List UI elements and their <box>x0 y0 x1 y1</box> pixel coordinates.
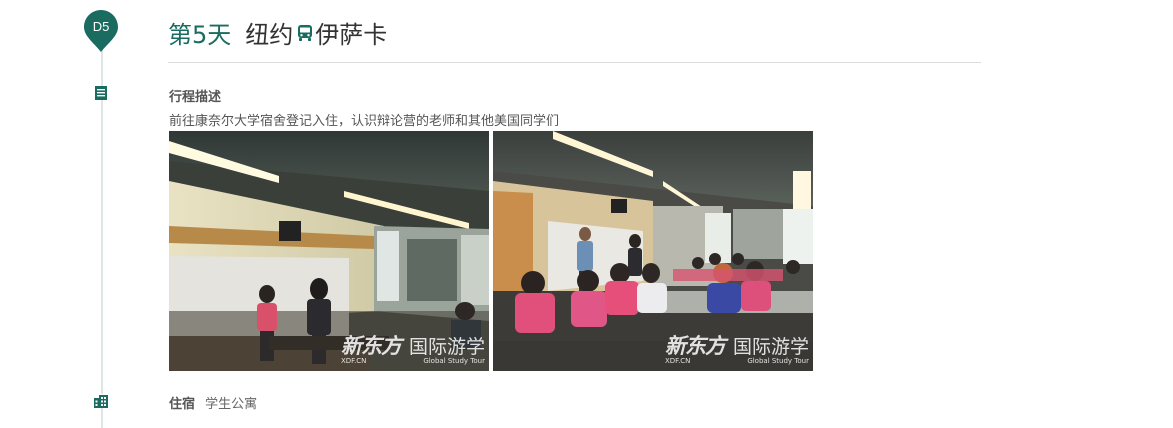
accommodation-label: 住宿 <box>169 397 196 412</box>
day-number: 第5天 <box>168 20 232 49</box>
accommodation-value: 学生公寓 <box>205 397 258 412</box>
document-icon <box>94 86 108 100</box>
from-city: 纽约 <box>245 20 294 49</box>
photo-watermark: 新东方 国际游学 XDF.CN Global Study Tour <box>340 334 485 365</box>
day-badge: D5 <box>83 9 119 53</box>
to-city: 伊萨卡 <box>315 20 388 49</box>
day-title: 第5天 纽约 伊萨卡 <box>168 16 388 49</box>
bus-icon <box>297 20 313 48</box>
building-icon <box>94 394 108 408</box>
itinerary-description: 前往康奈尔大学宿舍登记入住，认识辩论营的老师和其他美国同学们 <box>169 114 560 129</box>
day-badge-label: D5 <box>92 19 110 34</box>
classroom-photo-1[interactable]: 新东方 国际游学 XDF.CN Global Study Tour <box>169 131 489 371</box>
itinerary-heading: 行程描述 <box>169 90 222 105</box>
classroom-photo-2[interactable]: 新东方 国际游学 XDF.CN Global Study Tour <box>493 131 813 371</box>
title-divider <box>168 62 981 63</box>
photo-watermark: 新东方 国际游学 XDF.CN Global Study Tour <box>664 334 809 365</box>
accommodation-row: 住宿 学生公寓 <box>169 393 257 412</box>
